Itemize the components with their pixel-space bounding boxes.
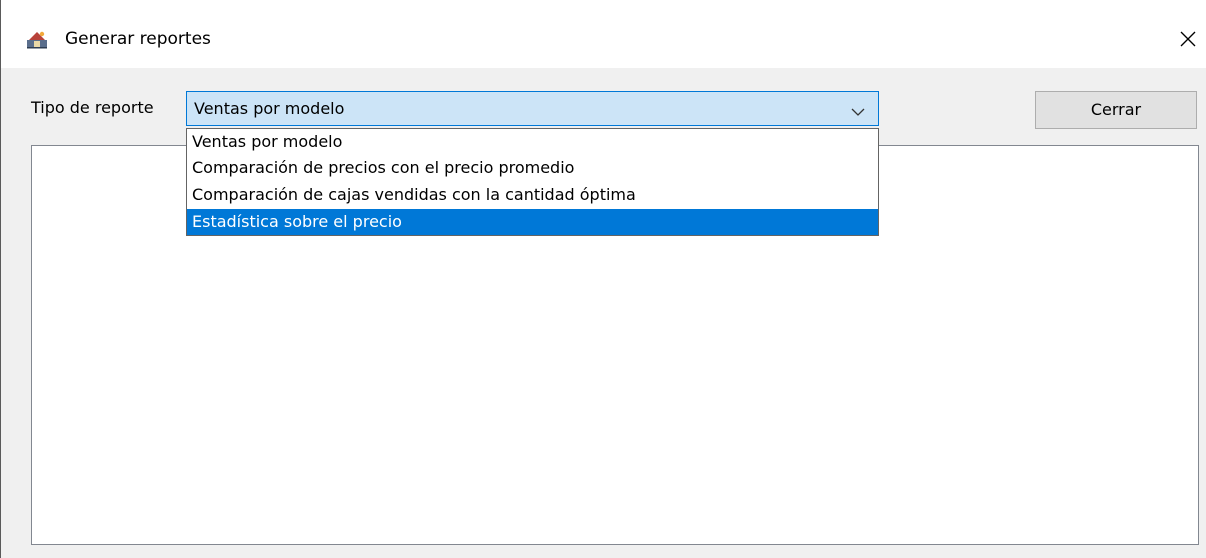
dropdown-option-estadistica-precio[interactable]: Estadística sobre el precio	[187, 209, 878, 235]
report-type-label: Tipo de reporte	[31, 98, 154, 117]
report-type-combobox[interactable]: Ventas por modelo	[186, 91, 879, 126]
java-app-icon	[26, 29, 48, 49]
title-bar[interactable]: Generar reportes	[1, 0, 1206, 68]
dropdown-option-comparacion-precios[interactable]: Comparación de precios con el precio pro…	[187, 155, 878, 181]
close-button[interactable]: Cerrar	[1035, 91, 1197, 129]
dropdown-option-comparacion-cajas[interactable]: Comparación de cajas vendidas con la can…	[187, 182, 878, 208]
dropdown-option-ventas-por-modelo[interactable]: Ventas por modelo	[187, 129, 878, 155]
close-icon[interactable]	[1169, 20, 1206, 58]
report-type-dropdown-list[interactable]: Ventas por modelo Comparación de precios…	[186, 128, 879, 236]
generar-reportes-window: Generar reportes Tipo de reporte Ventas …	[0, 0, 1206, 558]
window-title: Generar reportes	[65, 29, 211, 49]
report-type-selected-value: Ventas por modelo	[194, 99, 345, 118]
chevron-down-icon	[851, 103, 865, 116]
